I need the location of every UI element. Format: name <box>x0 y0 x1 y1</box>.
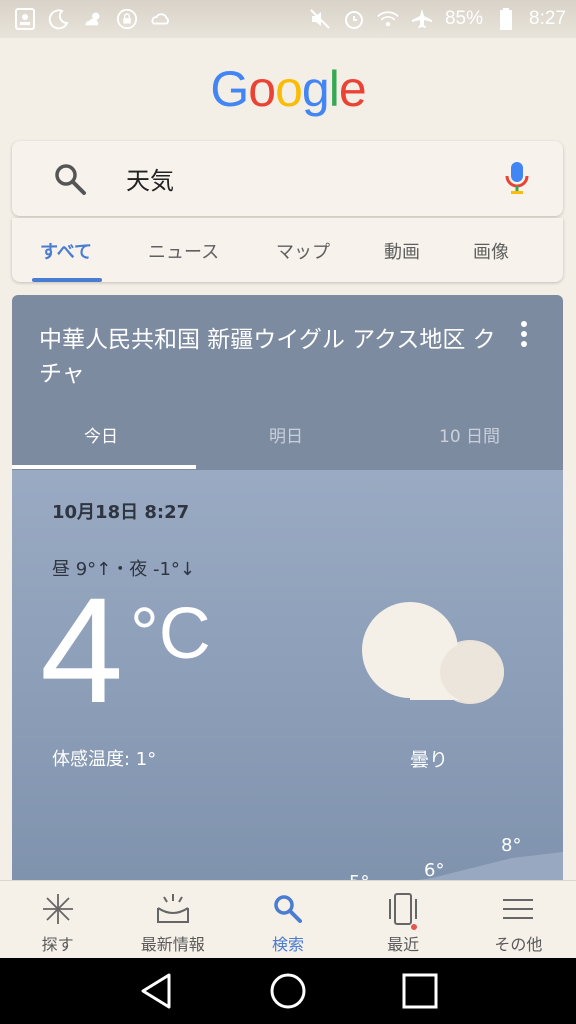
forecast-temp: 8° <box>501 835 522 856</box>
weather-condition: 曇り <box>410 749 449 771</box>
logo-letter: o <box>275 61 303 117</box>
airplane-mode-icon <box>411 8 433 30</box>
menu-icon <box>500 891 536 927</box>
current-temperature: 4 <box>40 566 124 734</box>
nav-more[interactable]: その他 <box>463 891 573 955</box>
home-icon[interactable] <box>268 971 308 1011</box>
weather-header: 中華人民共和国 新疆ウイグル アクス地区 クチャ 今日 明日 10 日間 <box>12 295 563 470</box>
nav-label: 探す <box>41 935 74 954</box>
cloud-sync-icon <box>150 8 172 30</box>
tab-maps[interactable]: マップ <box>276 238 330 264</box>
vpn-lock-icon <box>116 8 138 30</box>
logo-letter: G <box>210 61 249 117</box>
active-tab-indicator <box>32 278 102 282</box>
nav-search[interactable]: 検索 <box>233 891 343 955</box>
search-query[interactable]: 天気 <box>126 161 174 196</box>
nav-label: 最新情報 <box>140 935 205 954</box>
logo-letter: g <box>301 61 330 117</box>
nav-updates[interactable]: 最新情報 <box>118 891 228 955</box>
tab-news[interactable]: ニュース <box>148 238 219 264</box>
tab-videos[interactable]: 動画 <box>384 238 420 264</box>
nav-explore[interactable]: 探す <box>3 891 113 955</box>
nav-label: 最近 <box>387 935 420 954</box>
moon-icon <box>48 8 70 30</box>
alarm-icon <box>343 8 365 30</box>
weather-card[interactable]: 中華人民共和国 新疆ウイグル アクス地区 クチャ 今日 明日 10 日間 10月… <box>12 295 563 895</box>
day-tab-indicator <box>12 465 196 469</box>
overview-icon[interactable] <box>400 971 440 1011</box>
contact-card-icon <box>14 8 36 30</box>
forecast-temp: 6° <box>424 860 445 881</box>
bottom-navigation: 探す 最新情報 検索 最近 その他 <box>0 880 576 958</box>
google-logo: Google <box>0 60 576 118</box>
system-navigation-bar <box>0 958 576 1024</box>
status-bar: 85% 8:27 <box>0 0 576 38</box>
mic-icon[interactable] <box>505 160 529 202</box>
nav-label: 検索 <box>271 935 304 954</box>
logo-letter: o <box>248 61 276 117</box>
wifi-icon <box>377 8 399 30</box>
inbox-update-icon <box>155 891 191 927</box>
tab-10-days[interactable]: 10 日間 <box>439 422 500 447</box>
weather-location: 中華人民共和国 新疆ウイグル アクス地区 クチャ <box>39 327 496 387</box>
back-icon[interactable] <box>136 971 176 1011</box>
search-icon <box>270 891 306 927</box>
feels-like: 体感温度: 1° <box>52 749 157 770</box>
logo-letter: e <box>338 61 367 117</box>
search-icon <box>52 161 88 197</box>
search-box[interactable]: 天気 <box>12 141 563 216</box>
battery-percent: 85% <box>444 8 484 29</box>
tab-tomorrow[interactable]: 明日 <box>269 422 303 447</box>
weather-icon <box>82 8 104 30</box>
battery-icon <box>495 8 517 30</box>
logo-letter: l <box>328 61 340 117</box>
asterisk-icon <box>40 891 76 927</box>
tab-today[interactable]: 今日 <box>84 422 118 447</box>
cloudy-icon <box>360 602 510 712</box>
notification-dot <box>411 924 418 930</box>
nav-label: その他 <box>494 935 543 954</box>
search-tabs: すべて ニュース マップ 動画 画像 <box>12 218 563 282</box>
clock: 8:27 <box>529 8 566 29</box>
weather-date-time: 10月18日 8:27 <box>52 502 190 523</box>
mute-icon <box>309 8 331 30</box>
nav-recents[interactable]: 最近 <box>348 891 458 955</box>
weather-body: 10月18日 8:27 昼 9°↑・夜 -1°↓ 4 °C 体感温度: 1° 曇… <box>12 470 563 895</box>
more-options-icon[interactable] <box>519 321 529 349</box>
temperature-unit: °C <box>130 594 211 674</box>
tab-images[interactable]: 画像 <box>473 238 509 264</box>
tab-all[interactable]: すべて <box>40 238 92 264</box>
recents-icon <box>385 891 421 927</box>
